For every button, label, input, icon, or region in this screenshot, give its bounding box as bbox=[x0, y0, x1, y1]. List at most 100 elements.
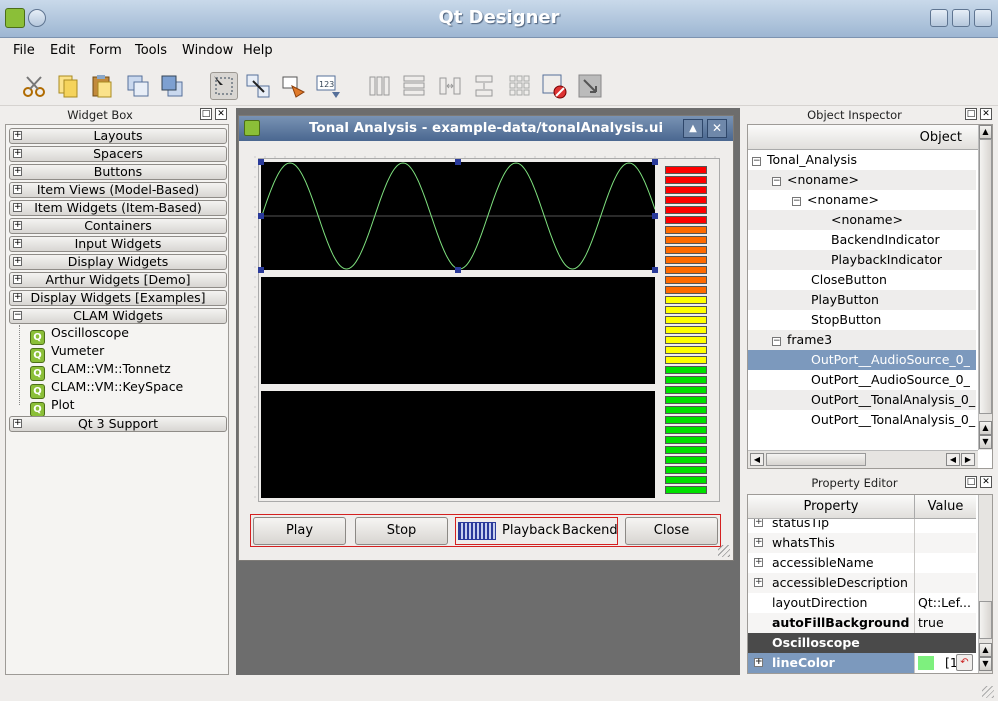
paste-icon[interactable] bbox=[88, 72, 116, 100]
adjust-size-icon[interactable] bbox=[576, 72, 604, 100]
property-editor-float-button[interactable]: □ bbox=[965, 476, 977, 488]
stop-button[interactable]: Stop bbox=[355, 517, 448, 545]
scroll-down-icon[interactable]: ▼ bbox=[979, 657, 992, 671]
property-value[interactable]: true bbox=[915, 613, 976, 633]
edit-widgets-icon[interactable] bbox=[210, 72, 238, 100]
selection-handle[interactable] bbox=[652, 159, 658, 165]
menu-window[interactable]: Window bbox=[182, 43, 233, 58]
resize-grip-icon[interactable] bbox=[718, 545, 730, 557]
edit-tab-order-icon[interactable]: 123 bbox=[314, 72, 342, 100]
scroll-left-icon[interactable]: ◀ bbox=[946, 453, 960, 466]
property-row[interactable]: + whatsThis bbox=[748, 533, 976, 553]
property-value[interactable] bbox=[915, 519, 976, 533]
category-display-widgets-examples[interactable]: + Display Widgets [Examples] bbox=[9, 290, 227, 306]
menu-file[interactable]: File bbox=[13, 43, 35, 58]
send-to-back-icon[interactable] bbox=[124, 72, 152, 100]
edit-signals-icon[interactable] bbox=[244, 72, 272, 100]
bring-to-front-icon[interactable] bbox=[158, 72, 186, 100]
scroll-thumb[interactable] bbox=[766, 453, 866, 466]
property-row[interactable]: autoFillBackground true bbox=[748, 613, 976, 633]
property-row[interactable]: + statusTip bbox=[748, 519, 976, 533]
category-clam-widgets[interactable]: − CLAM Widgets bbox=[9, 308, 227, 324]
object-horizontal-scrollbar[interactable]: ◀ ◀ ▶ bbox=[748, 450, 978, 468]
tree-row[interactable]: BackendIndicator bbox=[748, 230, 976, 250]
selection-handle[interactable] bbox=[652, 213, 658, 219]
object-header[interactable]: Object bbox=[748, 125, 978, 150]
property-editor-close-button[interactable]: ✕ bbox=[980, 476, 992, 488]
play-button[interactable]: Play bbox=[253, 517, 346, 545]
property-row[interactable]: layoutDirection Qt::Lef... bbox=[748, 593, 976, 613]
edit-buddies-icon[interactable] bbox=[280, 72, 308, 100]
selection-handle[interactable] bbox=[258, 213, 264, 219]
tree-row[interactable]: − Tonal_Analysis bbox=[748, 150, 976, 170]
selection-handle[interactable] bbox=[258, 159, 264, 165]
break-layout-icon[interactable] bbox=[540, 72, 568, 100]
widget-keyspace[interactable]: Q CLAM::VM::KeySpace bbox=[30, 378, 183, 399]
property-row[interactable]: + accessibleDescription bbox=[748, 573, 976, 593]
category-input-widgets[interactable]: + Input Widgets bbox=[9, 236, 227, 252]
playback-indicator[interactable]: Playback Backend bbox=[455, 517, 618, 545]
property-value[interactable] bbox=[915, 553, 976, 573]
form-shade-button[interactable]: ▲ bbox=[683, 119, 703, 138]
menu-form[interactable]: Form bbox=[89, 43, 122, 58]
scroll-up-icon[interactable]: ▲ bbox=[979, 643, 992, 657]
selection-handle[interactable] bbox=[455, 267, 461, 273]
tree-row[interactable]: OutPort__AudioSource_0_ bbox=[748, 370, 976, 390]
category-buttons[interactable]: + Buttons bbox=[9, 164, 227, 180]
widget-box-close-button[interactable]: ✕ bbox=[215, 108, 227, 120]
layout-grid-icon[interactable] bbox=[506, 72, 534, 100]
selection-handle[interactable] bbox=[258, 267, 264, 273]
scroll-down-icon[interactable]: ▼ bbox=[979, 435, 992, 449]
maximize-button[interactable] bbox=[952, 9, 970, 27]
tree-row[interactable]: <noname> bbox=[748, 210, 976, 230]
layout-vertical-icon[interactable] bbox=[400, 72, 428, 100]
menu-help[interactable]: Help bbox=[243, 43, 273, 58]
category-qt3-support[interactable]: + Qt 3 Support bbox=[9, 416, 227, 432]
tree-row[interactable]: OutPort__TonalAnalysis_0_ bbox=[748, 410, 976, 430]
category-spacers[interactable]: + Spacers bbox=[9, 146, 227, 162]
tree-row[interactable]: OutPort__TonalAnalysis_0_ bbox=[748, 390, 976, 410]
property-value[interactable]: Qt::Lef... bbox=[915, 593, 976, 613]
category-display-widgets[interactable]: + Display Widgets bbox=[9, 254, 227, 270]
scroll-up-icon[interactable]: ▲ bbox=[979, 421, 992, 435]
widget-oscilloscope[interactable]: Q Oscilloscope bbox=[30, 324, 129, 345]
menu-edit[interactable]: Edit bbox=[50, 43, 75, 58]
cut-icon[interactable] bbox=[20, 72, 48, 100]
object-inspector-close-button[interactable]: ✕ bbox=[980, 108, 992, 120]
scroll-thumb[interactable] bbox=[979, 601, 992, 639]
tree-row[interactable]: StopButton bbox=[748, 310, 976, 330]
scroll-up-icon[interactable]: ▲ bbox=[979, 125, 992, 139]
form-close-button[interactable]: ✕ bbox=[707, 119, 727, 138]
layout-splitter-vertical-icon[interactable] bbox=[470, 72, 498, 100]
tree-row[interactable]: − frame3 bbox=[748, 330, 976, 350]
category-layouts[interactable]: + Layouts bbox=[9, 128, 227, 144]
size-grip-icon[interactable] bbox=[982, 686, 994, 698]
layout-splitter-horizontal-icon[interactable] bbox=[436, 72, 464, 100]
object-vertical-scrollbar[interactable]: ▲ ▲ ▼ bbox=[978, 125, 992, 450]
tree-row[interactable]: CloseButton bbox=[748, 270, 976, 290]
property-vertical-scrollbar[interactable]: ▲ ▼ bbox=[978, 495, 992, 673]
tree-row-selected[interactable]: OutPort__AudioSource_0_ bbox=[748, 350, 976, 370]
widget-vumeter[interactable]: Q Vumeter bbox=[30, 342, 104, 363]
category-arthur-widgets[interactable]: + Arthur Widgets [Demo] bbox=[9, 272, 227, 288]
tree-row[interactable]: PlayButton bbox=[748, 290, 976, 310]
object-inspector-float-button[interactable]: □ bbox=[965, 108, 977, 120]
tree-row[interactable]: PlaybackIndicator bbox=[748, 250, 976, 270]
reset-property-icon[interactable]: ↶ bbox=[956, 654, 973, 671]
minimize-button[interactable] bbox=[930, 9, 948, 27]
vumeter[interactable] bbox=[665, 166, 707, 498]
widget-box-float-button[interactable]: □ bbox=[200, 108, 212, 120]
category-containers[interactable]: + Containers bbox=[9, 218, 227, 234]
property-row[interactable]: + accessibleName bbox=[748, 553, 976, 573]
property-value[interactable] bbox=[915, 573, 976, 593]
category-item-views[interactable]: + Item Views (Model-Based) bbox=[9, 182, 227, 198]
property-header[interactable]: Property bbox=[748, 495, 915, 519]
copy-icon[interactable] bbox=[54, 72, 82, 100]
close-button[interactable]: Close bbox=[625, 517, 718, 545]
oscilloscope-2[interactable] bbox=[261, 277, 655, 384]
oscilloscope-1[interactable] bbox=[261, 162, 655, 270]
selection-handle[interactable] bbox=[652, 267, 658, 273]
category-item-widgets[interactable]: + Item Widgets (Item-Based) bbox=[9, 200, 227, 216]
tree-row[interactable]: − <noname> bbox=[748, 170, 976, 190]
widget-tonnetz[interactable]: Q CLAM::VM::Tonnetz bbox=[30, 360, 171, 381]
